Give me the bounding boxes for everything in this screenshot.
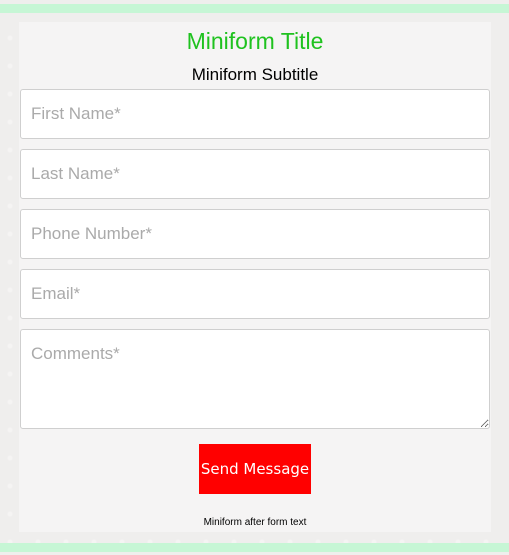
form-subtitle: Miniform Subtitle: [191, 65, 319, 84]
comments-field[interactable]: [20, 329, 490, 429]
top-frame-bar: [0, 4, 509, 13]
form-title: Miniform Title: [186, 28, 324, 54]
after-form-text: Miniform after form text: [203, 517, 307, 528]
send-message-button[interactable]: Send Message: [199, 444, 311, 494]
phone-number-field[interactable]: [20, 209, 490, 259]
last-name-field[interactable]: [20, 149, 490, 199]
miniform-panel: Miniform Title Miniform Subtitle Send Me…: [19, 22, 491, 532]
bottom-frame-bar: [0, 543, 509, 552]
first-name-field[interactable]: [20, 89, 490, 139]
email-field[interactable]: [20, 269, 490, 319]
